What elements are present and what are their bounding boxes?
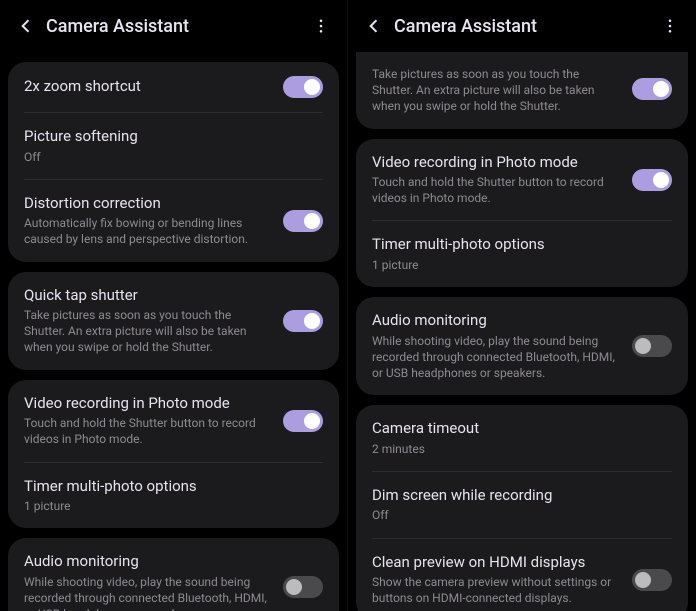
more-button[interactable] xyxy=(307,12,335,40)
settings-card: Audio monitoring While shooting video, p… xyxy=(8,538,339,611)
setting-subtitle: 1 picture xyxy=(24,498,323,514)
setting-title: Distortion correction xyxy=(24,194,271,214)
toggle-quick-tap[interactable] xyxy=(632,78,672,100)
more-button[interactable] xyxy=(656,12,684,40)
settings-card: 2x zoom shortcut Picture softening Off D… xyxy=(8,62,339,262)
page-title: Camera Assistant xyxy=(394,16,656,37)
setting-title: Video recording in Photo mode xyxy=(372,153,620,173)
toggle-zoom-shortcut[interactable] xyxy=(283,76,323,98)
setting-video-in-photo-mode[interactable]: Video recording in Photo mode Touch and … xyxy=(356,139,688,221)
setting-subtitle: Take pictures as soon as you touch the S… xyxy=(372,66,620,115)
toggle-video-photo[interactable] xyxy=(283,410,323,432)
more-vert-icon xyxy=(661,17,679,35)
toggle-video-photo[interactable] xyxy=(632,169,672,191)
settings-card: Video recording in Photo mode Touch and … xyxy=(356,139,688,288)
settings-card: Take pictures as soon as you touch the S… xyxy=(356,52,688,129)
setting-clean-preview-hdmi[interactable]: Clean preview on HDMI displays Show the … xyxy=(356,539,688,611)
setting-title: 2x zoom shortcut xyxy=(24,77,271,97)
setting-quick-tap-shutter[interactable]: Take pictures as soon as you touch the S… xyxy=(356,52,688,129)
setting-subtitle: Off xyxy=(24,149,323,165)
setting-timer-multi-photo[interactable]: Timer multi-photo options 1 picture xyxy=(356,221,688,287)
toggle-audio-monitoring[interactable] xyxy=(632,335,672,357)
setting-subtitle: 1 picture xyxy=(372,257,672,273)
setting-title: Clean preview on HDMI displays xyxy=(372,553,620,573)
settings-card: Audio monitoring While shooting video, p… xyxy=(356,297,688,395)
toggle-quick-tap[interactable] xyxy=(283,310,323,332)
more-vert-icon xyxy=(312,17,330,35)
setting-distortion-correction[interactable]: Distortion correction Automatically fix … xyxy=(8,180,339,262)
setting-title: Video recording in Photo mode xyxy=(24,394,271,414)
setting-subtitle: While shooting video, play the sound bei… xyxy=(24,574,271,611)
setting-subtitle: Off xyxy=(372,507,672,523)
setting-title: Timer multi-photo options xyxy=(372,235,672,255)
phone-screen-left: Camera Assistant 2x zoom shortcut Pictur… xyxy=(0,0,348,611)
chevron-left-icon xyxy=(364,16,384,36)
setting-picture-softening[interactable]: Picture softening Off xyxy=(8,113,339,179)
setting-subtitle: Show the camera preview without settings… xyxy=(372,574,620,606)
setting-title: Picture softening xyxy=(24,127,323,147)
page-title: Camera Assistant xyxy=(46,16,307,37)
setting-audio-monitoring[interactable]: Audio monitoring While shooting video, p… xyxy=(356,297,688,395)
setting-zoom-shortcut[interactable]: 2x zoom shortcut xyxy=(8,62,339,112)
settings-scroll[interactable]: Take pictures as soon as you touch the S… xyxy=(356,52,688,611)
setting-subtitle: Automatically fix bowing or bending line… xyxy=(24,215,271,247)
setting-subtitle: While shooting video, play the sound bei… xyxy=(372,333,620,382)
back-button[interactable] xyxy=(12,12,40,40)
setting-subtitle: Touch and hold the Shutter button to rec… xyxy=(372,174,620,206)
setting-timer-multi-photo[interactable]: Timer multi-photo options 1 picture xyxy=(8,463,339,529)
settings-scroll[interactable]: 2x zoom shortcut Picture softening Off D… xyxy=(8,52,339,611)
setting-title: Quick tap shutter xyxy=(24,286,271,306)
toggle-clean-preview[interactable] xyxy=(632,569,672,591)
setting-subtitle: Touch and hold the Shutter button to rec… xyxy=(24,415,271,447)
setting-title: Camera timeout xyxy=(372,419,672,439)
back-button[interactable] xyxy=(360,12,388,40)
settings-card: Quick tap shutter Take pictures as soon … xyxy=(8,272,339,370)
setting-video-in-photo-mode[interactable]: Video recording in Photo mode Touch and … xyxy=(8,380,339,462)
setting-dim-screen[interactable]: Dim screen while recording Off xyxy=(356,472,688,538)
setting-title: Dim screen while recording xyxy=(372,486,672,506)
toggle-distortion[interactable] xyxy=(283,210,323,232)
setting-title: Timer multi-photo options xyxy=(24,477,323,497)
phone-screen-right: Camera Assistant Take pictures as soon a… xyxy=(348,0,696,611)
toggle-audio-monitoring[interactable] xyxy=(283,576,323,598)
setting-subtitle: 2 minutes xyxy=(372,441,672,457)
chevron-left-icon xyxy=(16,16,36,36)
setting-camera-timeout[interactable]: Camera timeout 2 minutes xyxy=(356,405,688,471)
settings-card: Camera timeout 2 minutes Dim screen whil… xyxy=(356,405,688,611)
setting-title: Audio monitoring xyxy=(24,552,271,572)
setting-audio-monitoring[interactable]: Audio monitoring While shooting video, p… xyxy=(8,538,339,611)
settings-card: Video recording in Photo mode Touch and … xyxy=(8,380,339,529)
setting-title: Audio monitoring xyxy=(372,311,620,331)
header: Camera Assistant xyxy=(356,0,688,52)
header: Camera Assistant xyxy=(8,0,339,52)
setting-subtitle: Take pictures as soon as you touch the S… xyxy=(24,307,271,356)
setting-quick-tap-shutter[interactable]: Quick tap shutter Take pictures as soon … xyxy=(8,272,339,370)
